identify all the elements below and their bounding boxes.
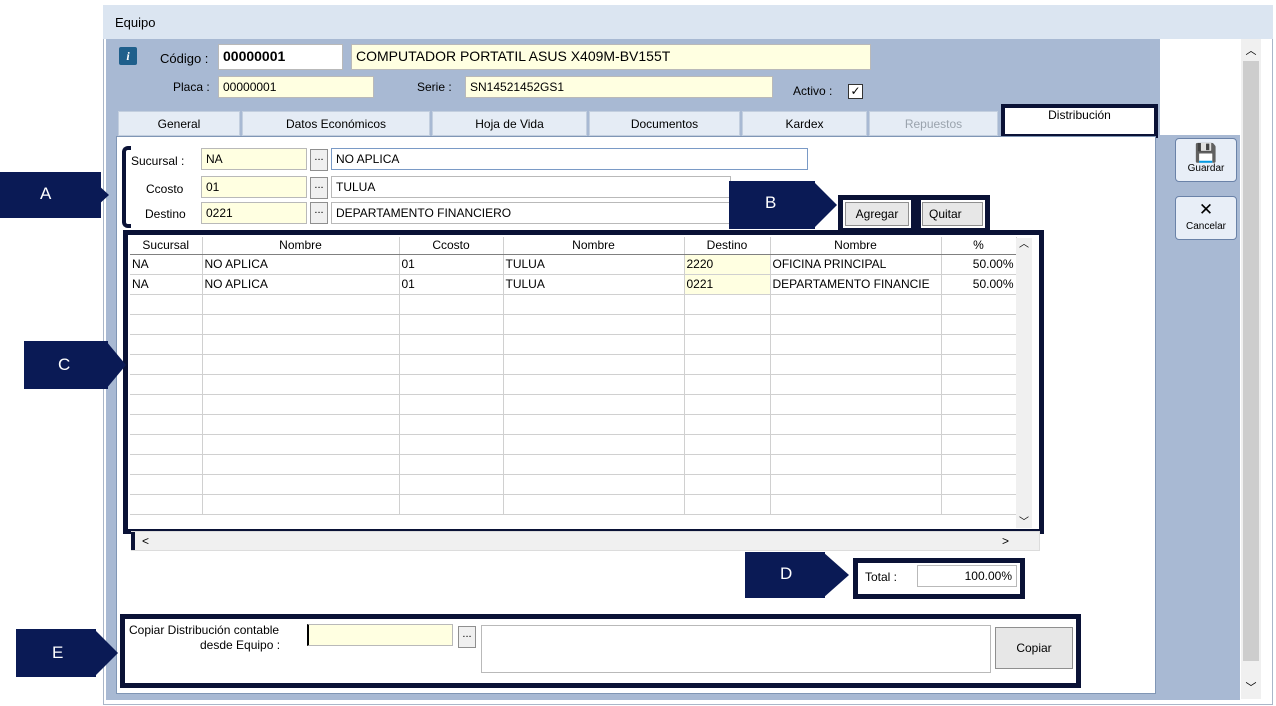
total-label: Total :: [865, 570, 898, 584]
cancelar-label: Cancelar: [1185, 221, 1227, 232]
copiar-button[interactable]: Copiar: [995, 627, 1073, 669]
sucursal-name-field: NO APLICA: [331, 148, 808, 170]
sucursal-lookup-button[interactable]: ...: [310, 149, 328, 171]
tab-kardex[interactable]: Kardex: [742, 111, 867, 136]
callout-a-arrow: [84, 172, 109, 218]
total-field: 100.00%: [917, 565, 1017, 587]
grid-horizontal-scrollbar[interactable]: < >: [131, 531, 1040, 551]
tab-datos-economicos[interactable]: Datos Económicos: [242, 111, 430, 136]
quitar-button[interactable]: Quitar: [922, 202, 983, 226]
activo-checkbox[interactable]: ✓: [848, 84, 863, 99]
tab-documentos[interactable]: Documentos: [589, 111, 740, 136]
ccosto-name-field: TULUA: [331, 176, 731, 198]
codigo-label: Código :: [160, 51, 209, 66]
callout-a-label: A: [40, 184, 52, 203]
callout-e-arrow: [94, 629, 118, 677]
callout-a-bracket: [122, 146, 131, 228]
cancelar-button[interactable]: ✕ Cancelar: [1175, 196, 1237, 240]
grid-highlight: [123, 230, 1044, 534]
copiar-equipo-field[interactable]: [307, 624, 453, 646]
activo-label: Activo :: [793, 84, 833, 98]
codigo-field[interactable]: 00000001: [218, 44, 343, 70]
callout-c-label: C: [58, 355, 71, 374]
tab-hoja-de-vida[interactable]: Hoja de Vida: [432, 111, 587, 136]
destino-name-field: DEPARTAMENTO FINANCIERO: [331, 202, 731, 224]
destino-code-field[interactable]: 0221: [201, 202, 307, 224]
window-title: Equipo: [115, 15, 156, 30]
placa-label: Placa :: [173, 80, 210, 94]
serie-label: Serie :: [417, 80, 452, 94]
window-scroll-up-icon[interactable]: ︿: [1241, 42, 1261, 58]
agregar-button[interactable]: Agregar: [845, 202, 909, 226]
callout-e-label: E: [52, 643, 64, 662]
ccosto-label: Ccosto: [146, 182, 184, 196]
close-icon: ✕: [1198, 200, 1214, 219]
tab-repuestos[interactable]: Repuestos: [869, 111, 998, 136]
info-icon[interactable]: i: [119, 47, 137, 65]
copiar-label-line1: Copiar Distribución contable: [129, 623, 280, 637]
destino-lookup-button[interactable]: ...: [310, 202, 328, 224]
ccosto-code-field[interactable]: 01: [201, 176, 307, 198]
destino-label: Destino: [145, 207, 186, 221]
sucursal-label: Sucursal :: [131, 154, 185, 168]
callout-b-arrow: [813, 181, 837, 229]
window-titlebar: Equipo: [103, 5, 1273, 39]
guardar-label: Guardar: [1187, 163, 1225, 174]
callout-c-arrow: [106, 341, 126, 389]
copiar-name-field: [481, 625, 991, 673]
save-icon: 💾: [1194, 143, 1218, 163]
callout-b-label: B: [765, 193, 777, 212]
descripcion-field[interactable]: COMPUTADOR PORTATIL ASUS X409M-BV155T: [351, 44, 871, 70]
placa-field[interactable]: 00000001: [218, 76, 374, 98]
tab-distribucion[interactable]: Distribución: [1001, 104, 1158, 138]
grid-corner-mark: [131, 532, 135, 550]
copiar-label-line2: desde Equipo :: [200, 638, 281, 652]
copiar-lookup-button[interactable]: ...: [458, 626, 476, 648]
tab-general[interactable]: General: [118, 111, 240, 136]
sucursal-code-field[interactable]: NA: [201, 148, 307, 170]
window-scroll-thumb[interactable]: [1243, 61, 1259, 661]
guardar-button[interactable]: 💾 Guardar: [1175, 138, 1237, 182]
callout-d-label: D: [780, 564, 793, 583]
ccosto-lookup-button[interactable]: ...: [310, 177, 328, 199]
serie-field[interactable]: SN14521452GS1: [465, 76, 773, 98]
scroll-right-icon[interactable]: >: [1002, 534, 1009, 548]
window-vertical-scrollbar[interactable]: ︿ ﹀: [1241, 39, 1261, 699]
scroll-left-icon[interactable]: <: [142, 534, 149, 548]
callout-d-arrow: [823, 552, 849, 598]
window-scroll-down-icon[interactable]: ﹀: [1241, 679, 1261, 695]
